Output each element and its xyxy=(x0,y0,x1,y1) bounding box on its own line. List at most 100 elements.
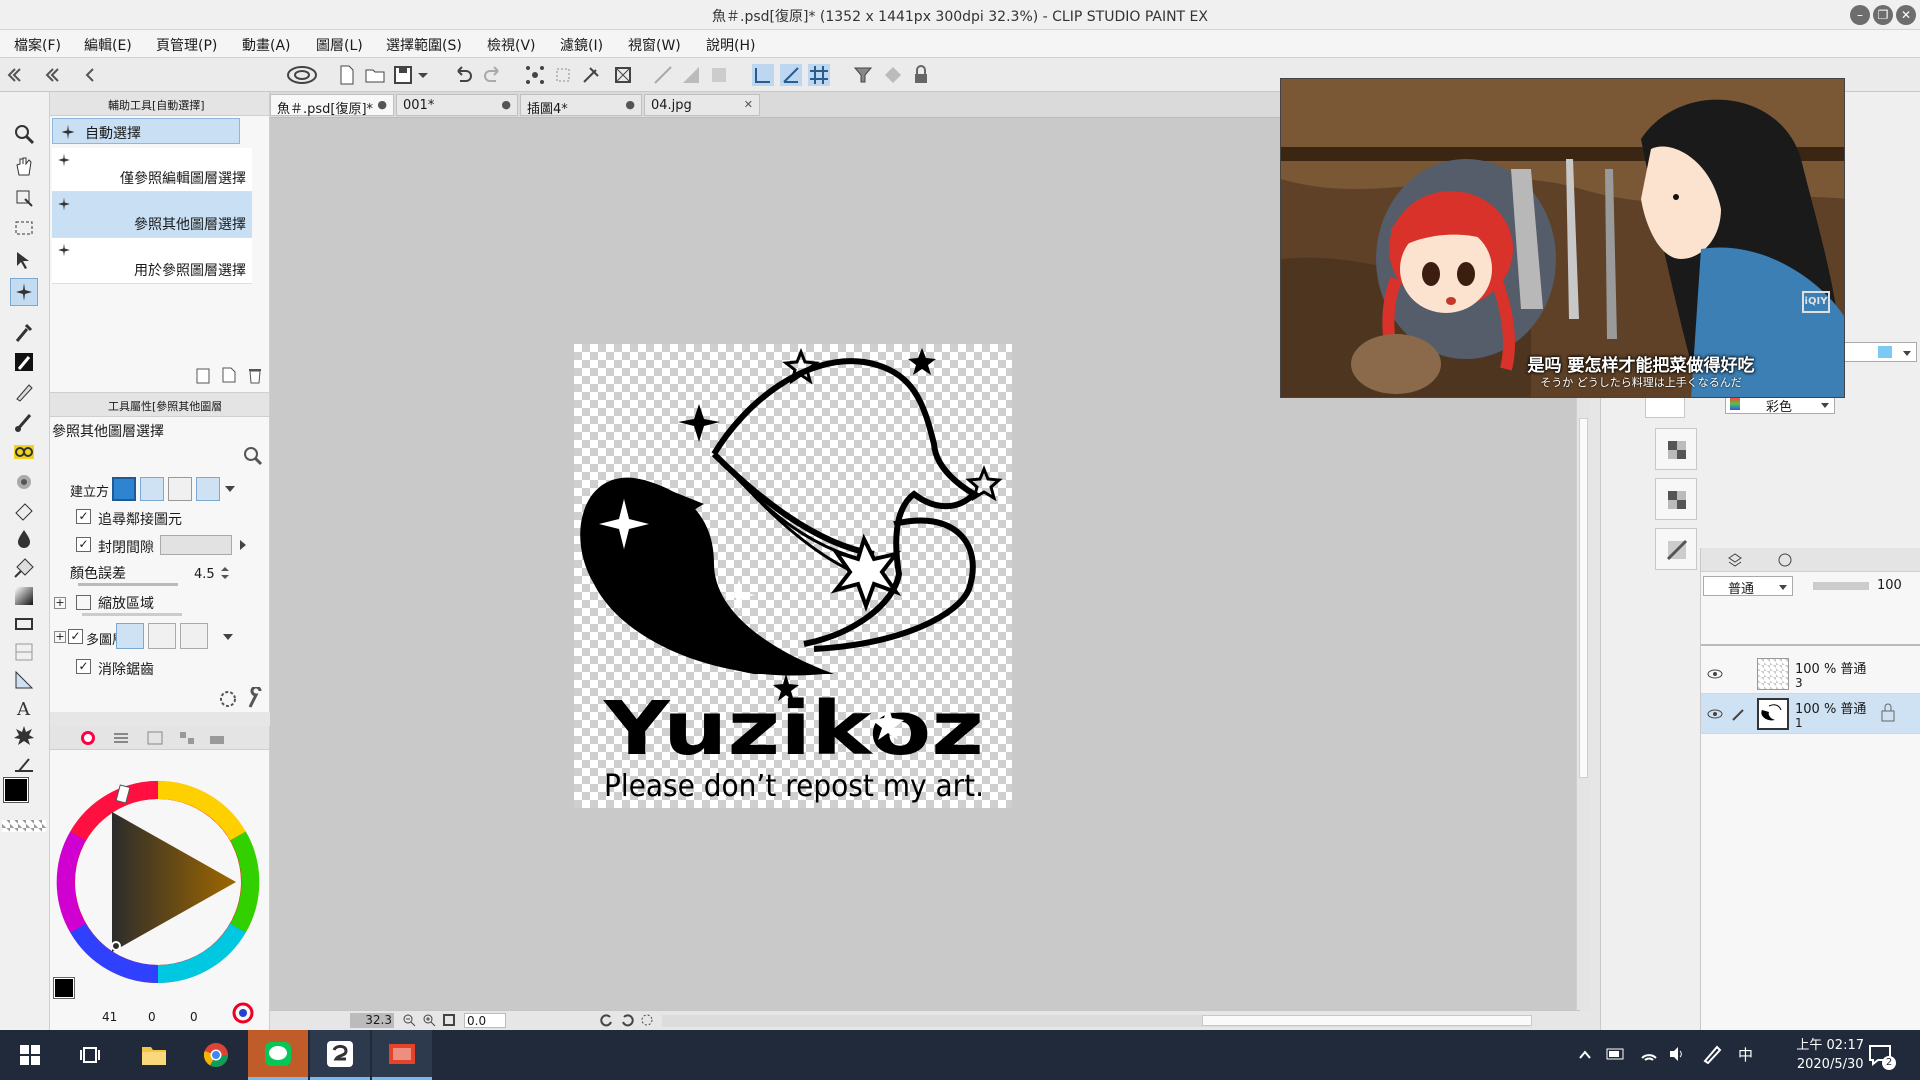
menu-view[interactable]: 檢視(V) xyxy=(487,35,536,55)
menu-selection[interactable]: 選擇範圍(S) xyxy=(386,35,462,55)
gradient-tool[interactable] xyxy=(10,582,38,610)
scale-area-checkbox[interactable] xyxy=(76,595,91,610)
tab-modified-icon[interactable]: ● xyxy=(501,98,511,111)
sub-tool-item[interactable]: 僅參照編輯圖層選擇 xyxy=(52,148,252,192)
multi-layer-checkbox[interactable]: ✓ xyxy=(68,629,83,644)
menu-animation[interactable]: 動畫(A) xyxy=(242,35,291,55)
close-gap-checkbox[interactable]: ✓ xyxy=(76,537,91,552)
blend-mode-select[interactable]: 普通 xyxy=(1703,576,1793,597)
tab-document[interactable]: 001* ● xyxy=(396,94,518,116)
minimize-button[interactable]: – xyxy=(1850,5,1870,25)
menu-edit[interactable]: 編輯(E) xyxy=(84,35,132,55)
scale-area-slider[interactable] xyxy=(82,613,182,616)
layer-property-button[interactable] xyxy=(1655,478,1697,520)
antialias-checkbox[interactable]: ✓ xyxy=(76,659,91,674)
color-wheel[interactable] xyxy=(52,776,264,988)
tab-modified-icon[interactable]: ● xyxy=(625,98,635,111)
taskbar-chrome[interactable] xyxy=(186,1030,246,1080)
eraser-tool[interactable] xyxy=(10,496,38,524)
stepper-icon[interactable] xyxy=(220,565,230,581)
zoom-out-icon[interactable] xyxy=(402,1013,416,1027)
color-set-tab-icon[interactable] xyxy=(146,730,164,746)
color-slider-tab-icon[interactable] xyxy=(112,730,130,746)
search-icon[interactable] xyxy=(242,445,264,467)
pencil-tool[interactable] xyxy=(10,378,38,406)
menu-file[interactable]: 檔案(F) xyxy=(14,35,61,55)
redo-icon[interactable] xyxy=(482,64,504,86)
lock-icon[interactable] xyxy=(910,64,932,86)
balloon-tool[interactable] xyxy=(10,722,38,750)
figure-tool[interactable] xyxy=(10,610,38,638)
undo-icon[interactable] xyxy=(452,64,474,86)
intermediate-color-tab-icon[interactable] xyxy=(178,730,196,746)
eyedropper-tool[interactable] xyxy=(10,318,38,346)
airbrush-tool[interactable] xyxy=(10,468,38,496)
crop-icon[interactable] xyxy=(552,64,574,86)
ref-layer-button[interactable] xyxy=(148,623,176,649)
selection-tool[interactable] xyxy=(10,214,38,242)
rotate-right-icon[interactable] xyxy=(620,1013,634,1027)
brush-tool[interactable] xyxy=(10,408,38,436)
selection-option-icon[interactable] xyxy=(708,64,730,86)
color-margin-value[interactable]: 4.5 xyxy=(194,567,215,582)
layer-row[interactable]: 100 % 普通 3 xyxy=(1701,654,1920,694)
pen-tool[interactable] xyxy=(10,348,38,376)
chevron-down-icon[interactable] xyxy=(222,631,234,643)
color-margin-slider[interactable] xyxy=(78,583,178,586)
snap-grid-icon[interactable] xyxy=(808,64,830,86)
clear-icon[interactable] xyxy=(524,64,546,86)
ime-indicator[interactable]: 中 xyxy=(1738,1044,1753,1065)
fill-tool[interactable] xyxy=(10,554,38,582)
animation-tab-icon[interactable] xyxy=(1777,552,1793,568)
sub-tool-item[interactable]: 參照其他圖層選擇 xyxy=(52,192,252,238)
chevron-right-icon[interactable] xyxy=(238,539,248,551)
open-folder-icon[interactable] xyxy=(364,64,386,86)
collapse-left-icon[interactable] xyxy=(6,64,28,86)
approx-color-tab-icon[interactable] xyxy=(208,730,226,746)
taskbar-explorer[interactable] xyxy=(124,1030,184,1080)
ref-folder-button[interactable] xyxy=(180,623,208,649)
fill-icon[interactable] xyxy=(580,64,602,86)
eye-icon[interactable] xyxy=(1707,708,1723,720)
filter-icon[interactable] xyxy=(852,64,874,86)
color-mode-icon[interactable] xyxy=(232,1002,254,1024)
zoom-field[interactable]: 32.3 xyxy=(350,1013,394,1028)
menu-filter[interactable]: 濾鏡(I) xyxy=(560,35,603,55)
chevron-up-icon[interactable] xyxy=(1578,1048,1592,1062)
diamond-icon[interactable] xyxy=(882,64,904,86)
snap-special-ruler-icon[interactable] xyxy=(780,64,802,86)
pen-workspace-icon[interactable] xyxy=(1702,1044,1722,1064)
selection-option-icon[interactable] xyxy=(680,64,702,86)
taskbar-clock[interactable]: 上午 02:17 2020/5/30 xyxy=(1796,1036,1864,1074)
operation-tool[interactable] xyxy=(10,184,38,212)
frame-tool[interactable] xyxy=(10,638,38,666)
expand-icon[interactable]: + xyxy=(54,597,66,609)
ruler-tool[interactable] xyxy=(10,666,38,694)
auto-select-tool[interactable] xyxy=(10,278,38,306)
battery-icon[interactable] xyxy=(1606,1046,1626,1062)
move-layer-tool[interactable] xyxy=(10,246,38,274)
save-icon[interactable] xyxy=(392,64,414,86)
layer-property-button[interactable] xyxy=(1655,528,1697,570)
transparent-swatch[interactable] xyxy=(2,820,46,832)
reset-icon[interactable] xyxy=(218,689,238,709)
clipboard-icon[interactable] xyxy=(194,366,212,384)
new-file-icon[interactable] xyxy=(336,64,358,86)
wrench-icon[interactable] xyxy=(244,687,264,709)
opacity-value[interactable]: 100 xyxy=(1877,578,1902,593)
text-tool[interactable]: A xyxy=(10,694,38,722)
layer-lock-icon[interactable] xyxy=(1879,702,1901,724)
taskbar-video-player[interactable] xyxy=(372,1030,432,1080)
vertical-scroll-thumb[interactable] xyxy=(1579,418,1588,778)
add-selection-button[interactable] xyxy=(140,477,164,501)
subtract-selection-button[interactable] xyxy=(168,477,192,501)
fit-icon[interactable] xyxy=(442,1013,456,1027)
task-view-button[interactable] xyxy=(60,1030,120,1080)
follow-adjacent-checkbox[interactable]: ✓ xyxy=(76,509,91,524)
zoom-in-icon[interactable] xyxy=(422,1013,436,1027)
tab-close-icon[interactable]: ✕ xyxy=(744,98,753,111)
blend-tool[interactable] xyxy=(10,524,38,552)
opacity-slider[interactable] xyxy=(1813,582,1869,590)
menu-page[interactable]: 頁管理(P) xyxy=(156,35,217,55)
decoration-tool[interactable] xyxy=(10,438,38,466)
